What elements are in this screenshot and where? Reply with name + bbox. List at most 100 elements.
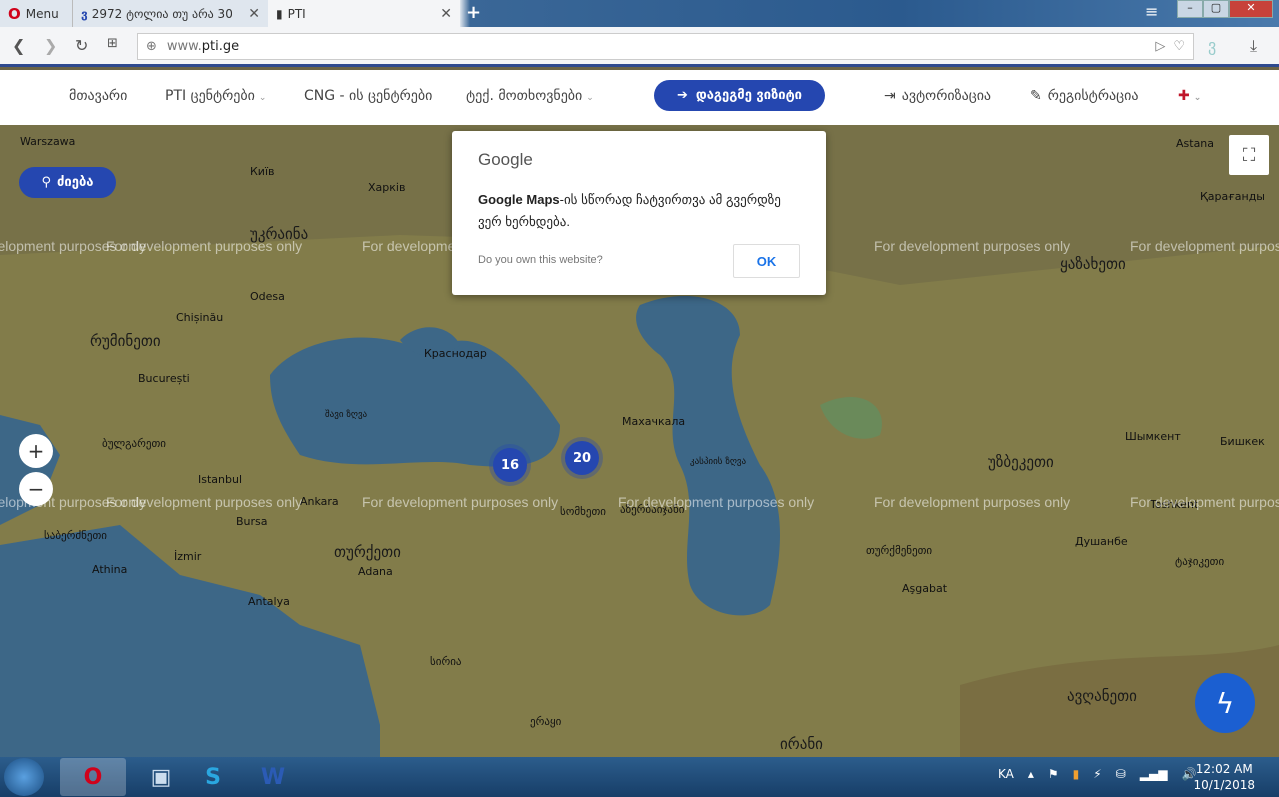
login-icon: ⇥ [884, 88, 896, 104]
network-signal-icon[interactable]: ▂▄▆ [1140, 767, 1168, 781]
city-label: Қарағанды [1200, 190, 1265, 203]
fullscreen-button[interactable]: ⛶ [1229, 135, 1269, 175]
nav-tech-requirements[interactable]: ტექ. მოთხოვნები ⌄ [466, 88, 594, 104]
date: 10/1/2018 [1193, 778, 1255, 792]
country-label: თურქეთი [334, 543, 401, 561]
city-label: Махачкала [622, 415, 686, 428]
nav-cng-centers[interactable]: CNG - ის ცენტრები [304, 88, 432, 104]
action-center-icon[interactable]: ⚑ [1048, 767, 1059, 781]
google-maps-error-dialog: Google Google Maps-ის სწორად ჩატვირთვა ა… [452, 131, 826, 295]
dev-watermark: For development purposes only [106, 494, 303, 510]
zoom-in-button[interactable]: + [19, 434, 53, 468]
zoom-out-button[interactable]: − [19, 472, 53, 506]
system-tray: KA ▴ ⚑ ▮ ⚡ ⛁ ▂▄▆ 🔊 [998, 767, 1196, 781]
dev-watermark: For development purposes only [874, 238, 1071, 254]
forward-icon[interactable]: ❯ [44, 36, 57, 55]
time: 12:02 AM [1195, 762, 1253, 776]
site-navigation: მთავარი PTI ცენტრები ⌄ CNG - ის ცენტრები … [0, 70, 1279, 125]
city-label: Ankara [300, 495, 339, 508]
city-label: București [138, 372, 190, 385]
country-label: ტაჯიკეთი [1175, 555, 1225, 568]
city-label: Бишкек [1220, 435, 1265, 448]
language-selector[interactable]: ✚ ⌄ [1178, 88, 1201, 104]
map-search-button[interactable]: ⚲ ძიება [19, 167, 116, 198]
page-icon: ▮ [276, 6, 283, 21]
register-label: რეგისტრაცია [1047, 88, 1139, 104]
url-input[interactable]: ⊕ www. pti.ge ▷ ♡ [137, 33, 1194, 60]
minimize-button[interactable]: – [1177, 0, 1203, 18]
start-button[interactable] [4, 758, 44, 796]
back-icon[interactable]: ❮ [12, 36, 25, 55]
login-link[interactable]: ⇥ ავტორიზაცია [884, 88, 991, 104]
city-label: Warszawa [20, 135, 76, 148]
menu-label: Menu [25, 6, 59, 21]
globe-icon: ⊕ [146, 39, 157, 54]
send-icon[interactable]: ▷ [1155, 39, 1165, 54]
dev-watermark: For development purposes only [1130, 238, 1279, 254]
close-tab-icon[interactable]: ✕ [248, 6, 260, 22]
chevron-down-icon: ⌄ [1193, 93, 1202, 103]
power-icon[interactable]: ⚡ [1093, 767, 1101, 781]
country-label: ერაყი [530, 715, 562, 728]
city-label: Aşgabat [902, 582, 948, 595]
opera-menu-button[interactable]: O Menu [0, 0, 70, 27]
clock[interactable]: 12:02 AM 10/1/2018 [1193, 761, 1255, 793]
chevron-down-icon: ⌄ [258, 93, 267, 103]
new-tab-button[interactable]: + [466, 2, 481, 23]
country-label: სირია [430, 655, 462, 668]
url-domain: pti.ge [201, 39, 240, 54]
google-logo: Google [478, 150, 533, 169]
app-tray-icon[interactable]: ▮ [1073, 767, 1080, 781]
country-label: ირანი [780, 735, 823, 753]
tab-title: 2972 ტოლია თუ არა 3000 [91, 6, 232, 21]
message-bold: Google Maps [478, 192, 560, 207]
taskbar-word[interactable]: W [240, 758, 306, 796]
country-label: ბულგარეთი [102, 437, 166, 450]
tab-search[interactable]: ვ2972 ტოლია თუ არა 3000 ✕ [72, 0, 268, 27]
messenger-chat-button[interactable]: ϟ [1195, 673, 1255, 733]
ok-button[interactable]: OK [733, 244, 800, 278]
register-link[interactable]: ✎ რეგისტრაცია [1030, 88, 1138, 104]
reload-icon[interactable]: ↻ [75, 36, 88, 55]
opera-icon: O [8, 4, 21, 23]
extension-icon[interactable]: ვ [1208, 36, 1216, 55]
usb-icon[interactable]: ⛁ [1116, 767, 1126, 781]
arrow-circle-icon: ➔ [676, 88, 688, 103]
city-label: Київ [250, 165, 275, 178]
georgia-flag-icon: ✚ [1178, 88, 1190, 104]
nav-home[interactable]: მთავარი [69, 88, 127, 104]
city-label: Adana [358, 565, 393, 578]
country-label: სომხეთი [560, 505, 606, 518]
bookmark-heart-icon[interactable]: ♡ [1173, 39, 1185, 54]
speed-dial-icon[interactable]: ⊞ [107, 36, 118, 51]
marker-cluster[interactable]: 16 [493, 448, 527, 482]
city-label: Athina [92, 563, 128, 576]
nav-pti-centers[interactable]: PTI ცენტრები ⌄ [165, 88, 266, 104]
close-tab-icon[interactable]: ✕ [440, 6, 452, 22]
language-indicator[interactable]: KA [998, 767, 1014, 781]
city-label: Шымкент [1125, 430, 1181, 443]
city-label: Краснодар [424, 347, 487, 360]
maximize-button[interactable]: ▢ [1203, 0, 1229, 18]
search-icon: ⚲ [41, 175, 52, 190]
own-website-link[interactable]: Do you own this website? [478, 254, 603, 266]
country-label: ყაზახეთი [1060, 255, 1126, 273]
close-window-button[interactable]: ✕ [1229, 0, 1273, 18]
chevron-down-icon: ⌄ [586, 93, 594, 103]
tab-title: PTI [287, 6, 306, 21]
url-prefix: www. [166, 39, 202, 54]
city-label: Odesa [250, 290, 285, 303]
taskbar-opera[interactable]: O [60, 758, 126, 796]
tab-bar: O Menu ვ2972 ტოლია თუ არა 3000 ✕ ▮ PTI ✕ + ≡… [0, 0, 1279, 27]
visit-label: დაგეგმე ვიზიტი [695, 88, 803, 103]
pencil-icon: ✎ [1030, 88, 1042, 104]
download-icon[interactable]: ⤓ [1250, 36, 1257, 56]
taskbar-skype[interactable]: S [180, 758, 246, 796]
tab-pti[interactable]: ▮ PTI ✕ [268, 0, 460, 27]
marker-cluster[interactable]: 20 [565, 441, 599, 475]
plan-visit-button[interactable]: ➔ დაგეგმე ვიზიტი [654, 80, 825, 111]
city-label: Chișinău [176, 311, 224, 324]
tab-menu-icon[interactable]: ≡ [1145, 2, 1158, 21]
show-hidden-icons[interactable]: ▴ [1028, 767, 1034, 781]
city-label: Душанбе [1075, 535, 1128, 548]
